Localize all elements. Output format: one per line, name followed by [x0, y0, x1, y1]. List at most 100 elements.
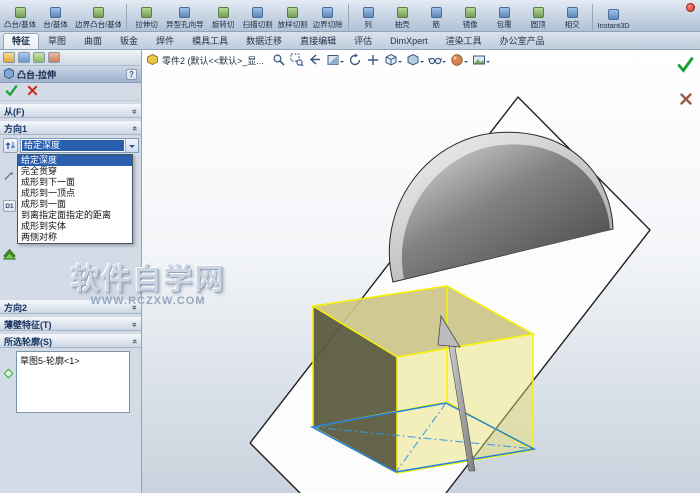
section-direction1[interactable]: 方向1 » — [0, 121, 141, 135]
tab-features[interactable]: 特征 — [3, 33, 40, 49]
rib-icon — [430, 7, 442, 18]
reverse-direction-button[interactable] — [3, 138, 18, 153]
option-through-all[interactable]: 完全贯穿 — [18, 166, 132, 177]
ribbon-button-dome[interactable]: 圆顶 — [522, 1, 555, 31]
pan-icon[interactable] — [365, 52, 381, 68]
option-up-to-next[interactable]: 成形到下一面 — [18, 177, 132, 188]
zoom-fit-icon[interactable] — [271, 52, 287, 68]
tab-render-tools[interactable]: 渲染工具 — [437, 33, 491, 49]
section-from[interactable]: 从(F) » — [0, 104, 141, 118]
featuremanager-tab-icon[interactable] — [3, 52, 15, 63]
tab-surfaces[interactable]: 曲面 — [75, 33, 111, 49]
configurationmanager-tab-icon[interactable] — [33, 52, 45, 63]
rotate-view-icon[interactable] — [347, 52, 363, 68]
ribbon-button-pattern[interactable]: 列 — [352, 1, 385, 31]
propertymanager-tab-icon[interactable] — [18, 52, 30, 63]
tab-evaluate[interactable]: 评估 — [345, 33, 381, 49]
ribbon-button-rib[interactable]: 筋 — [420, 1, 453, 31]
ribbon-button-lofted-cut[interactable]: 放样切割 — [276, 1, 310, 31]
viewport-toolbar: 零件2 (默认<<默认>_显... — [147, 52, 491, 68]
ribbon-button-hole-wizard[interactable]: 异型孔向导 — [164, 1, 206, 31]
tab-data-migration[interactable]: 数据迁移 — [237, 33, 291, 49]
end-condition-combobox[interactable]: 给定深度 — [20, 138, 139, 153]
end-condition-value: 给定深度 — [22, 140, 124, 151]
section-view-icon[interactable] — [325, 52, 345, 68]
display-style-icon[interactable] — [405, 52, 425, 68]
instant3d-icon — [608, 9, 620, 20]
contour-list-item[interactable]: 草图5-轮廓<1> — [17, 352, 129, 369]
ribbon-button-wrap[interactable]: 包覆 — [488, 1, 521, 31]
dome-icon — [532, 7, 544, 18]
hide-show-items-icon[interactable] — [427, 52, 447, 68]
scene-icon[interactable] — [471, 52, 491, 68]
shell-icon — [396, 7, 408, 18]
ribbon-button-extrude-boss[interactable]: 凸台/基体 — [2, 1, 38, 31]
ribbon-button-instant3d[interactable]: Instant3D — [596, 1, 632, 31]
ribbon-button-swept-cut[interactable]: 扫描切割 — [241, 1, 275, 31]
viewport-cancel-button[interactable] — [679, 92, 693, 108]
option-up-to-vertex[interactable]: 成形到一顶点 — [18, 188, 132, 199]
ribbon-button-revolve-boss[interactable]: 台/基体 — [39, 1, 72, 31]
option-offset-from-surface[interactable]: 到离指定面指定的距离 — [18, 210, 132, 221]
combobox-dropdown-button[interactable] — [125, 139, 138, 152]
option-up-to-surface[interactable]: 成形到一面 — [18, 199, 132, 210]
extrude-boss-icon — [14, 7, 26, 18]
ribbon-separator — [126, 4, 128, 30]
document-title: 零件2 (默认<<默认>_显... — [162, 55, 264, 66]
option-mid-plane[interactable]: 两侧对称 — [18, 232, 132, 243]
ok-button[interactable] — [5, 84, 18, 99]
command-tabbar: 特征 草图 曲面 钣金 焊件 模具工具 数据迁移 直接编辑 评估 DimXper… — [0, 32, 700, 50]
zoom-area-icon[interactable] — [289, 52, 305, 68]
cancel-button[interactable] — [27, 85, 38, 98]
ribbon-button-boundary-boss[interactable]: 边界凸台/基体 — [73, 1, 123, 31]
selected-contours-listbox[interactable]: 草图5-轮廓<1> — [16, 351, 130, 413]
chevron-up-icon: » — [128, 338, 139, 344]
view-orientation-icon[interactable] — [383, 52, 403, 68]
property-manager-title: 凸台-拉伸 — [17, 69, 56, 80]
ribbon-button-revolve-cut[interactable]: 旋转切 — [207, 1, 240, 31]
boundary-cut-icon — [322, 7, 334, 18]
wrap-icon — [498, 7, 510, 18]
dimxpertmanager-tab-icon[interactable] — [48, 52, 60, 63]
edit-appearance-icon[interactable] — [449, 52, 469, 68]
tab-direct-editing[interactable]: 直接编辑 — [291, 33, 345, 49]
viewport-canvas[interactable] — [142, 50, 700, 493]
ribbon-button-shell[interactable]: 抽壳 — [386, 1, 419, 31]
section-thin-feature[interactable]: 薄壁特征(T) » — [0, 317, 141, 331]
boundary-boss-icon — [92, 7, 104, 18]
ribbon-button-mirror[interactable]: 镜像 — [454, 1, 487, 31]
boss-extrude-icon — [4, 67, 14, 81]
chevron-down-icon: » — [129, 108, 140, 114]
ribbon-button-extrude-cut[interactable]: 拉伸切 — [130, 1, 163, 31]
contour-selection-icon — [3, 368, 14, 379]
option-up-to-body[interactable]: 成形到实体 — [18, 221, 132, 232]
viewport-ok-button[interactable] — [677, 56, 694, 75]
tab-sketch[interactable]: 草图 — [39, 33, 75, 49]
tab-sheet-metal[interactable]: 钣金 — [111, 33, 147, 49]
section-direction2[interactable]: 方向2 » — [0, 300, 141, 314]
solidworks-window: 凸台/基体 台/基体 边界凸台/基体 拉伸切 异型孔向导 旋转切 扫描切割 放样… — [0, 0, 700, 493]
ribbon-button-intersect[interactable]: 相交 — [556, 1, 589, 31]
property-manager-panel: 凸台-拉伸 从(F) » 方向1 » 给定深度 — [0, 50, 142, 493]
tab-office-products[interactable]: 办公室产品 — [491, 33, 554, 49]
chevron-down-icon: » — [129, 321, 140, 327]
tab-dimxpert[interactable]: DimXpert — [381, 33, 437, 49]
end-condition-dropdown-list: 给定深度 完全贯穿 成形到下一面 成形到一顶点 成形到一面 到离指定面指定的距离… — [17, 154, 133, 244]
chevron-down-icon: » — [129, 304, 140, 310]
dropdown-arrow-icon — [463, 60, 468, 65]
extrude-cut-icon — [141, 7, 153, 18]
previous-view-icon[interactable] — [307, 52, 323, 68]
ribbon: 凸台/基体 台/基体 边界凸台/基体 拉伸切 异型孔向导 旋转切 扫描切割 放样… — [0, 0, 700, 32]
draft-toggle-icon[interactable] — [2, 248, 17, 263]
option-blind[interactable]: 给定深度 — [18, 155, 132, 166]
intersect-icon — [566, 7, 578, 18]
tab-weldments[interactable]: 焊件 — [147, 33, 183, 49]
ribbon-button-boundary-cut[interactable]: 边界切除 — [311, 1, 345, 31]
ribbon-corner-icon[interactable] — [686, 3, 695, 12]
tab-mold-tools[interactable]: 模具工具 — [183, 33, 237, 49]
help-icon[interactable] — [126, 68, 137, 80]
section-selected-contours[interactable]: 所选轮廓(S) » — [0, 334, 141, 348]
dropdown-arrow-icon — [397, 60, 402, 65]
dropdown-arrow-icon — [339, 60, 344, 65]
property-manager-header: 凸台-拉伸 — [0, 66, 141, 83]
